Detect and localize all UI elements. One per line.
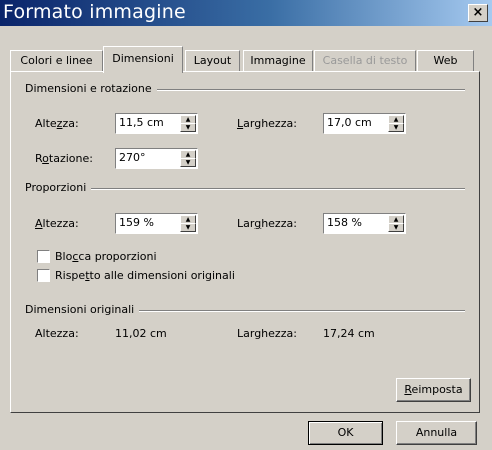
spin-down-icon[interactable]: ▼ — [180, 223, 196, 232]
title-bar[interactable]: Formato immagine × — [0, 0, 492, 26]
reset-button-label: Reimposta — [404, 383, 463, 396]
close-button[interactable]: × — [468, 4, 488, 22]
scale-width-spinner[interactable]: 158 % ▲ ▼ — [323, 213, 406, 234]
original-width-label: Larghezza: — [237, 327, 297, 340]
original-width-value: 17,24 cm — [323, 327, 375, 340]
tab-label: Immagine — [250, 54, 306, 67]
height-value: 11,5 cm — [119, 116, 164, 129]
ok-button[interactable]: OK — [308, 421, 383, 445]
tab-picture[interactable]: Immagine — [243, 50, 313, 71]
original-height-label: Altezza: — [35, 327, 79, 340]
size-tab-panel: Dimensioni e rotazione Altezza: 11,5 cm … — [10, 71, 480, 413]
cancel-button-label: Annulla — [415, 426, 458, 439]
tab-layout[interactable]: Layout — [185, 50, 240, 71]
close-icon: × — [472, 5, 484, 20]
rotation-value: 270° — [119, 151, 146, 164]
tab-size[interactable]: Dimensioni — [103, 46, 183, 73]
format-picture-dialog: Formato immagine × Colori e linee Dimens… — [0, 0, 492, 450]
height-spinner[interactable]: 11,5 cm ▲ ▼ — [115, 113, 198, 134]
width-value: 17,0 cm — [327, 116, 372, 129]
reset-button[interactable]: Reimposta — [396, 378, 471, 402]
spinner-buttons: ▲ ▼ — [180, 115, 196, 132]
tab-label: Dimensioni — [112, 52, 174, 65]
spin-down-icon[interactable]: ▼ — [180, 158, 196, 167]
spin-down-icon[interactable]: ▼ — [180, 123, 196, 132]
dialog-title: Formato immagine — [3, 1, 186, 23]
rotation-spinner[interactable]: 270° ▲ ▼ — [115, 148, 198, 169]
scale-height-spinner[interactable]: 159 % ▲ ▼ — [115, 213, 198, 234]
tab-text-box[interactable]: Casella di testo — [314, 50, 416, 71]
section-header-original: Dimensioni originali — [25, 303, 140, 316]
spinner-buttons: ▲ ▼ — [180, 215, 196, 232]
lock-aspect-checkbox[interactable] — [37, 250, 50, 263]
scale-width-label: Larghezza: — [237, 217, 297, 230]
section-header-size-rotation: Dimensioni e rotazione — [25, 82, 157, 95]
width-spinner[interactable]: 17,0 cm ▲ ▼ — [323, 113, 406, 134]
section-header-scale: Proporzioni — [25, 181, 92, 194]
tab-label: Layout — [193, 54, 232, 67]
original-height-value: 11,02 cm — [115, 327, 167, 340]
spin-down-icon[interactable]: ▼ — [388, 123, 404, 132]
spinner-buttons: ▲ ▼ — [388, 215, 404, 232]
scale-height-value: 159 % — [119, 216, 154, 229]
tab-label: Web — [433, 54, 458, 67]
rotation-label: Rotazione: — [35, 152, 93, 165]
spinner-buttons: ▲ ▼ — [180, 150, 196, 167]
scale-width-value: 158 % — [327, 216, 362, 229]
relative-original-checkbox[interactable] — [37, 269, 50, 282]
cancel-button[interactable]: Annulla — [396, 421, 477, 445]
spin-down-icon[interactable]: ▼ — [388, 223, 404, 232]
lock-aspect-label[interactable]: Blocca proporzioni — [55, 250, 157, 263]
relative-original-label[interactable]: Rispetto alle dimensioni originali — [55, 269, 235, 282]
tab-colors-lines[interactable]: Colori e linee — [10, 50, 103, 71]
tab-web[interactable]: Web — [417, 50, 474, 71]
width-label: Larghezza: — [237, 117, 297, 130]
spinner-buttons: ▲ ▼ — [388, 115, 404, 132]
tab-label: Colori e linee — [20, 54, 93, 67]
tab-label: Casella di testo — [322, 54, 408, 67]
ok-button-label: OK — [337, 426, 354, 439]
height-label: Altezza: — [35, 117, 79, 130]
scale-height-label: Altezza: — [35, 217, 79, 230]
